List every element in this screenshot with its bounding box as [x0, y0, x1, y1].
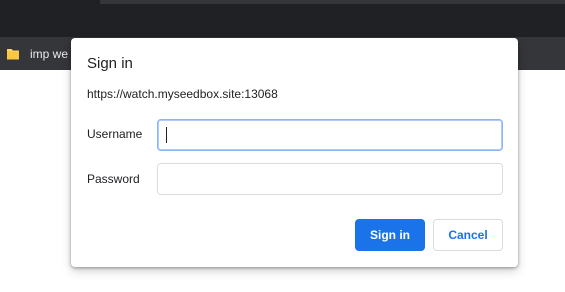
sign-in-dialog: Sign in https://watch.myseedbox.site:130… [71, 38, 518, 267]
tab-strip [100, 0, 565, 4]
folder-icon [7, 49, 19, 60]
username-input[interactable] [157, 119, 503, 151]
cancel-button[interactable]: Cancel [433, 219, 503, 251]
bookmark-label: imp we [30, 47, 69, 61]
username-label: Username [87, 127, 143, 141]
browser-title-bar [0, 0, 565, 37]
dialog-title: Sign in [87, 55, 133, 72]
bookmark-folder-item[interactable]: imp we [6, 45, 68, 63]
sign-in-button[interactable]: Sign in [355, 219, 425, 251]
password-label: Password [87, 172, 140, 186]
text-caret [166, 127, 167, 143]
password-input[interactable] [157, 163, 503, 195]
dialog-origin-url: https://watch.myseedbox.site:13068 [87, 87, 278, 101]
